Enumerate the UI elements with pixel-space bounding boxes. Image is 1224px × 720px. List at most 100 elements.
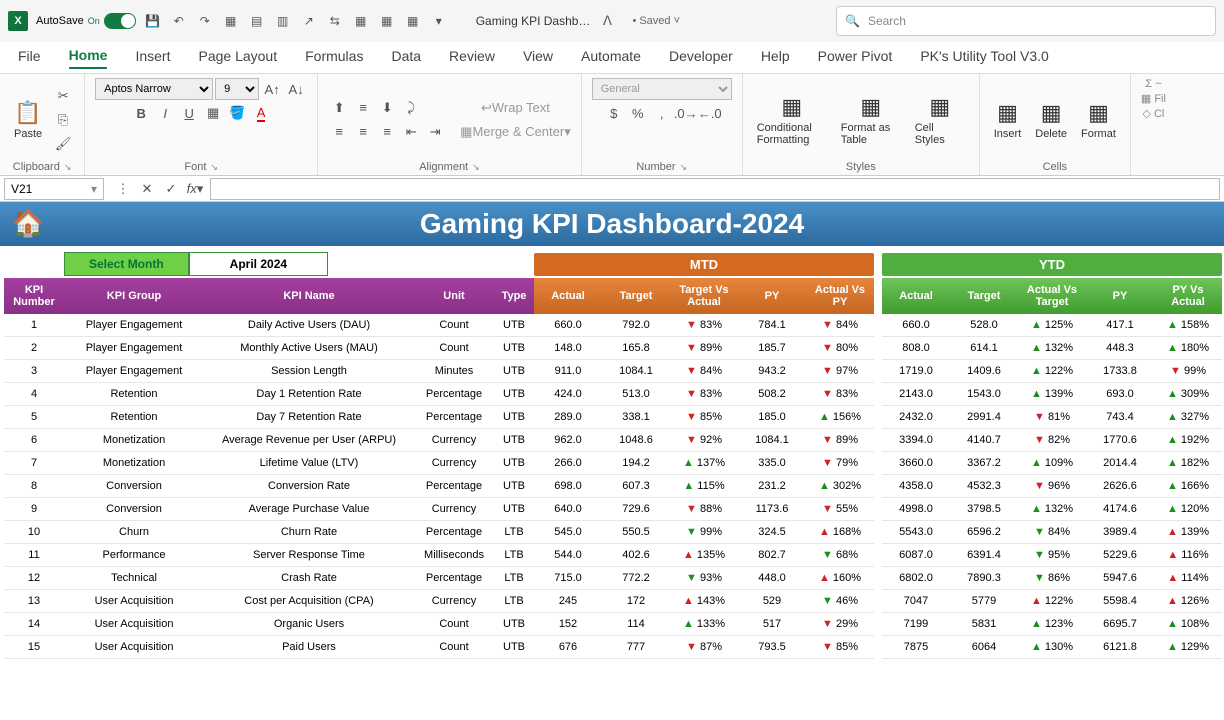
ytd-row[interactable]: 4358.0 4532.3 ▼ 96% 2626.6 ▲ 166% <box>882 475 1222 498</box>
autosum-icon[interactable]: Σ ~ <box>1145 78 1161 90</box>
month-selector[interactable]: Select Month April 2024 <box>64 252 534 276</box>
dialog-launcher-icon[interactable]: ↘ <box>64 162 72 173</box>
mtd-row[interactable]: 660.0 792.0 ▼ 83% 784.1 ▼ 84% <box>534 314 874 337</box>
toggle-switch-icon[interactable] <box>104 13 136 29</box>
enter-icon[interactable]: ✓ <box>160 178 182 200</box>
ytd-row[interactable]: 3660.0 3367.2 ▲ 109% 2014.4 ▲ 182% <box>882 452 1222 475</box>
name-box[interactable]: V21▾ <box>4 178 104 200</box>
increase-font-icon[interactable]: A↑ <box>261 78 283 100</box>
table-row[interactable]: 8 Conversion Conversion Rate Percentage … <box>4 475 534 498</box>
redo-icon[interactable]: ↷ <box>196 12 214 30</box>
ytd-row[interactable]: 2143.0 1543.0 ▲ 139% 693.0 ▲ 309% <box>882 383 1222 406</box>
ytd-row[interactable]: 4998.0 3798.5 ▲ 132% 4174.6 ▲ 120% <box>882 498 1222 521</box>
mtd-row[interactable]: 266.0 194.2 ▲ 137% 335.0 ▼ 79% <box>534 452 874 475</box>
qat-icon[interactable]: ↗ <box>300 12 318 30</box>
align-bottom-icon[interactable]: ⬇ <box>376 97 398 119</box>
clear-icon[interactable]: ◇ Cl <box>1142 107 1164 120</box>
home-icon[interactable]: 🏠 <box>12 208 44 239</box>
font-size-select[interactable]: 9 <box>215 78 259 100</box>
table-row[interactable]: 2 Player Engagement Monthly Active Users… <box>4 337 534 360</box>
ribbon-tab-pk-s-utility-tool-v3-0[interactable]: PK's Utility Tool V3.0 <box>920 48 1048 68</box>
ytd-row[interactable]: 6802.0 7890.3 ▼ 86% 5947.6 ▲ 114% <box>882 567 1222 590</box>
align-middle-icon[interactable]: ≡ <box>352 97 374 119</box>
ytd-row[interactable]: 808.0 614.1 ▲ 132% 448.3 ▲ 180% <box>882 337 1222 360</box>
ytd-row[interactable]: 660.0 528.0 ▲ 125% 417.1 ▲ 158% <box>882 314 1222 337</box>
autosave-toggle[interactable]: AutoSave On <box>36 13 136 29</box>
wrap-text-button[interactable]: ↩ Wrap Text <box>460 97 571 119</box>
percent-icon[interactable]: % <box>627 102 649 124</box>
format-button[interactable]: ▦Format <box>1077 98 1120 142</box>
insert-button[interactable]: ▦Insert <box>990 98 1026 142</box>
mtd-row[interactable]: 545.0 550.5 ▼ 99% 324.5 ▲ 168% <box>534 521 874 544</box>
ytd-row[interactable]: 7875 6064 ▲ 130% 6121.8 ▲ 129% <box>882 636 1222 659</box>
ribbon-tab-help[interactable]: Help <box>761 48 790 68</box>
align-top-icon[interactable]: ⬆ <box>328 97 350 119</box>
comma-icon[interactable]: , <box>651 102 673 124</box>
table-row[interactable]: 5 Retention Day 7 Retention Rate Percent… <box>4 406 534 429</box>
ytd-row[interactable]: 5543.0 6596.2 ▼ 84% 3989.4 ▲ 139% <box>882 521 1222 544</box>
copy-icon[interactable]: ⎘ <box>52 109 74 131</box>
format-painter-icon[interactable]: 🖌 <box>52 133 74 155</box>
mtd-row[interactable]: 148.0 165.8 ▼ 89% 185.7 ▼ 80% <box>534 337 874 360</box>
font-name-select[interactable]: Aptos Narrow <box>95 78 213 100</box>
decrease-font-icon[interactable]: A↓ <box>285 78 307 100</box>
table-row[interactable]: 9 Conversion Average Purchase Value Curr… <box>4 498 534 521</box>
fx-icon[interactable]: fx▾ <box>184 178 206 200</box>
table-row[interactable]: 12 Technical Crash Rate Percentage LTB <box>4 567 534 590</box>
qat-icon[interactable]: ▦ <box>222 12 240 30</box>
save-icon[interactable]: 💾 <box>144 12 162 30</box>
italic-button[interactable]: I <box>154 102 176 124</box>
currency-icon[interactable]: $ <box>603 102 625 124</box>
qat-icon[interactable]: ▦ <box>352 12 370 30</box>
table-row[interactable]: 4 Retention Day 1 Retention Rate Percent… <box>4 383 534 406</box>
ribbon-tab-automate[interactable]: Automate <box>581 48 641 68</box>
qat-icon[interactable]: ▥ <box>274 12 292 30</box>
indent-decrease-icon[interactable]: ⇤ <box>400 121 422 143</box>
underline-button[interactable]: U <box>178 102 200 124</box>
table-row[interactable]: 10 Churn Churn Rate Percentage LTB <box>4 521 534 544</box>
fill-icon[interactable]: ▦ Fil <box>1141 92 1166 105</box>
mtd-row[interactable]: 152 114 ▲ 133% 517 ▼ 29% <box>534 613 874 636</box>
ribbon-tab-data[interactable]: Data <box>391 48 421 68</box>
ribbon-tab-file[interactable]: File <box>18 48 41 68</box>
conditional-formatting-button[interactable]: ▦Conditional Formatting <box>753 92 831 148</box>
ribbon-tab-developer[interactable]: Developer <box>669 48 733 68</box>
mtd-row[interactable]: 544.0 402.6 ▲ 135% 802.7 ▼ 68% <box>534 544 874 567</box>
saved-status[interactable]: • Saved ˅ <box>632 15 680 27</box>
table-row[interactable]: 7 Monetization Lifetime Value (LTV) Curr… <box>4 452 534 475</box>
paste-button[interactable]: 📋Paste <box>10 98 46 142</box>
mtd-row[interactable]: 676 777 ▼ 87% 793.5 ▼ 85% <box>534 636 874 659</box>
ytd-row[interactable]: 6087.0 6391.4 ▼ 95% 5229.6 ▲ 116% <box>882 544 1222 567</box>
orientation-icon[interactable]: ⤸ <box>400 97 422 119</box>
align-center-icon[interactable]: ≡ <box>352 121 374 143</box>
qat-icon[interactable]: ▦ <box>404 12 422 30</box>
table-row[interactable]: 6 Monetization Average Revenue per User … <box>4 429 534 452</box>
fill-color-icon[interactable]: 🪣 <box>226 102 248 124</box>
undo-icon[interactable]: ↶ <box>170 12 188 30</box>
ribbon-tab-power-pivot[interactable]: Power Pivot <box>818 48 893 68</box>
ytd-row[interactable]: 7199 5831 ▲ 123% 6695.7 ▲ 108% <box>882 613 1222 636</box>
ribbon-tab-formulas[interactable]: Formulas <box>305 48 363 68</box>
increase-decimal-icon[interactable]: .0→ <box>675 102 697 124</box>
ytd-row[interactable]: 2432.0 2991.4 ▼ 81% 743.4 ▲ 327% <box>882 406 1222 429</box>
formula-input[interactable] <box>210 178 1220 200</box>
mtd-row[interactable]: 289.0 338.1 ▼ 85% 185.0 ▲ 156% <box>534 406 874 429</box>
table-row[interactable]: 3 Player Engagement Session Length Minut… <box>4 360 534 383</box>
number-format-select[interactable]: General <box>592 78 732 100</box>
ytd-row[interactable]: 3394.0 4140.7 ▼ 82% 1770.6 ▲ 192% <box>882 429 1222 452</box>
table-row[interactable]: 13 User Acquisition Cost per Acquisition… <box>4 590 534 613</box>
align-left-icon[interactable]: ≡ <box>328 121 350 143</box>
chevron-down-icon[interactable]: ▾ <box>430 12 448 30</box>
mtd-row[interactable]: 245 172 ▲ 143% 529 ▼ 46% <box>534 590 874 613</box>
ribbon-tab-home[interactable]: Home <box>69 47 108 69</box>
format-as-table-button[interactable]: ▦Format as Table <box>837 92 905 148</box>
ribbon-tab-insert[interactable]: Insert <box>135 48 170 68</box>
search-input[interactable]: 🔍 Search <box>836 6 1216 36</box>
mtd-row[interactable]: 962.0 1048.6 ▼ 92% 1084.1 ▼ 89% <box>534 429 874 452</box>
ribbon-tab-page-layout[interactable]: Page Layout <box>198 48 277 68</box>
mtd-row[interactable]: 715.0 772.2 ▼ 93% 448.0 ▲ 160% <box>534 567 874 590</box>
qat-icon[interactable]: ▦ <box>378 12 396 30</box>
mtd-row[interactable]: 640.0 729.6 ▼ 88% 1173.6 ▼ 55% <box>534 498 874 521</box>
ytd-row[interactable]: 7047 5779 ▲ 122% 5598.4 ▲ 126% <box>882 590 1222 613</box>
ribbon-tab-view[interactable]: View <box>523 48 553 68</box>
